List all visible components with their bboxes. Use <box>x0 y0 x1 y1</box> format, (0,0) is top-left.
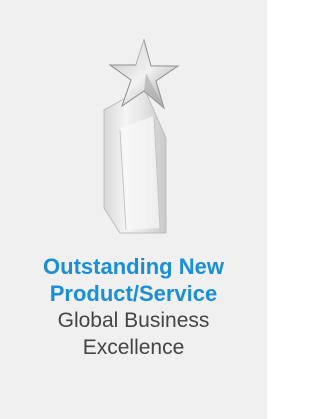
trophy-image <box>0 18 267 238</box>
star-trophy-icon <box>103 38 180 234</box>
award-title-line2: Product/Service <box>49 281 218 306</box>
award-card: Outstanding New Product/Service Global B… <box>0 0 267 419</box>
award-org-line2: Excellence <box>82 336 185 359</box>
award-org-line1: Global Business <box>57 309 210 332</box>
award-text: Outstanding New Product/Service Global B… <box>0 253 267 361</box>
award-title-line1: Outstanding New <box>43 254 224 279</box>
